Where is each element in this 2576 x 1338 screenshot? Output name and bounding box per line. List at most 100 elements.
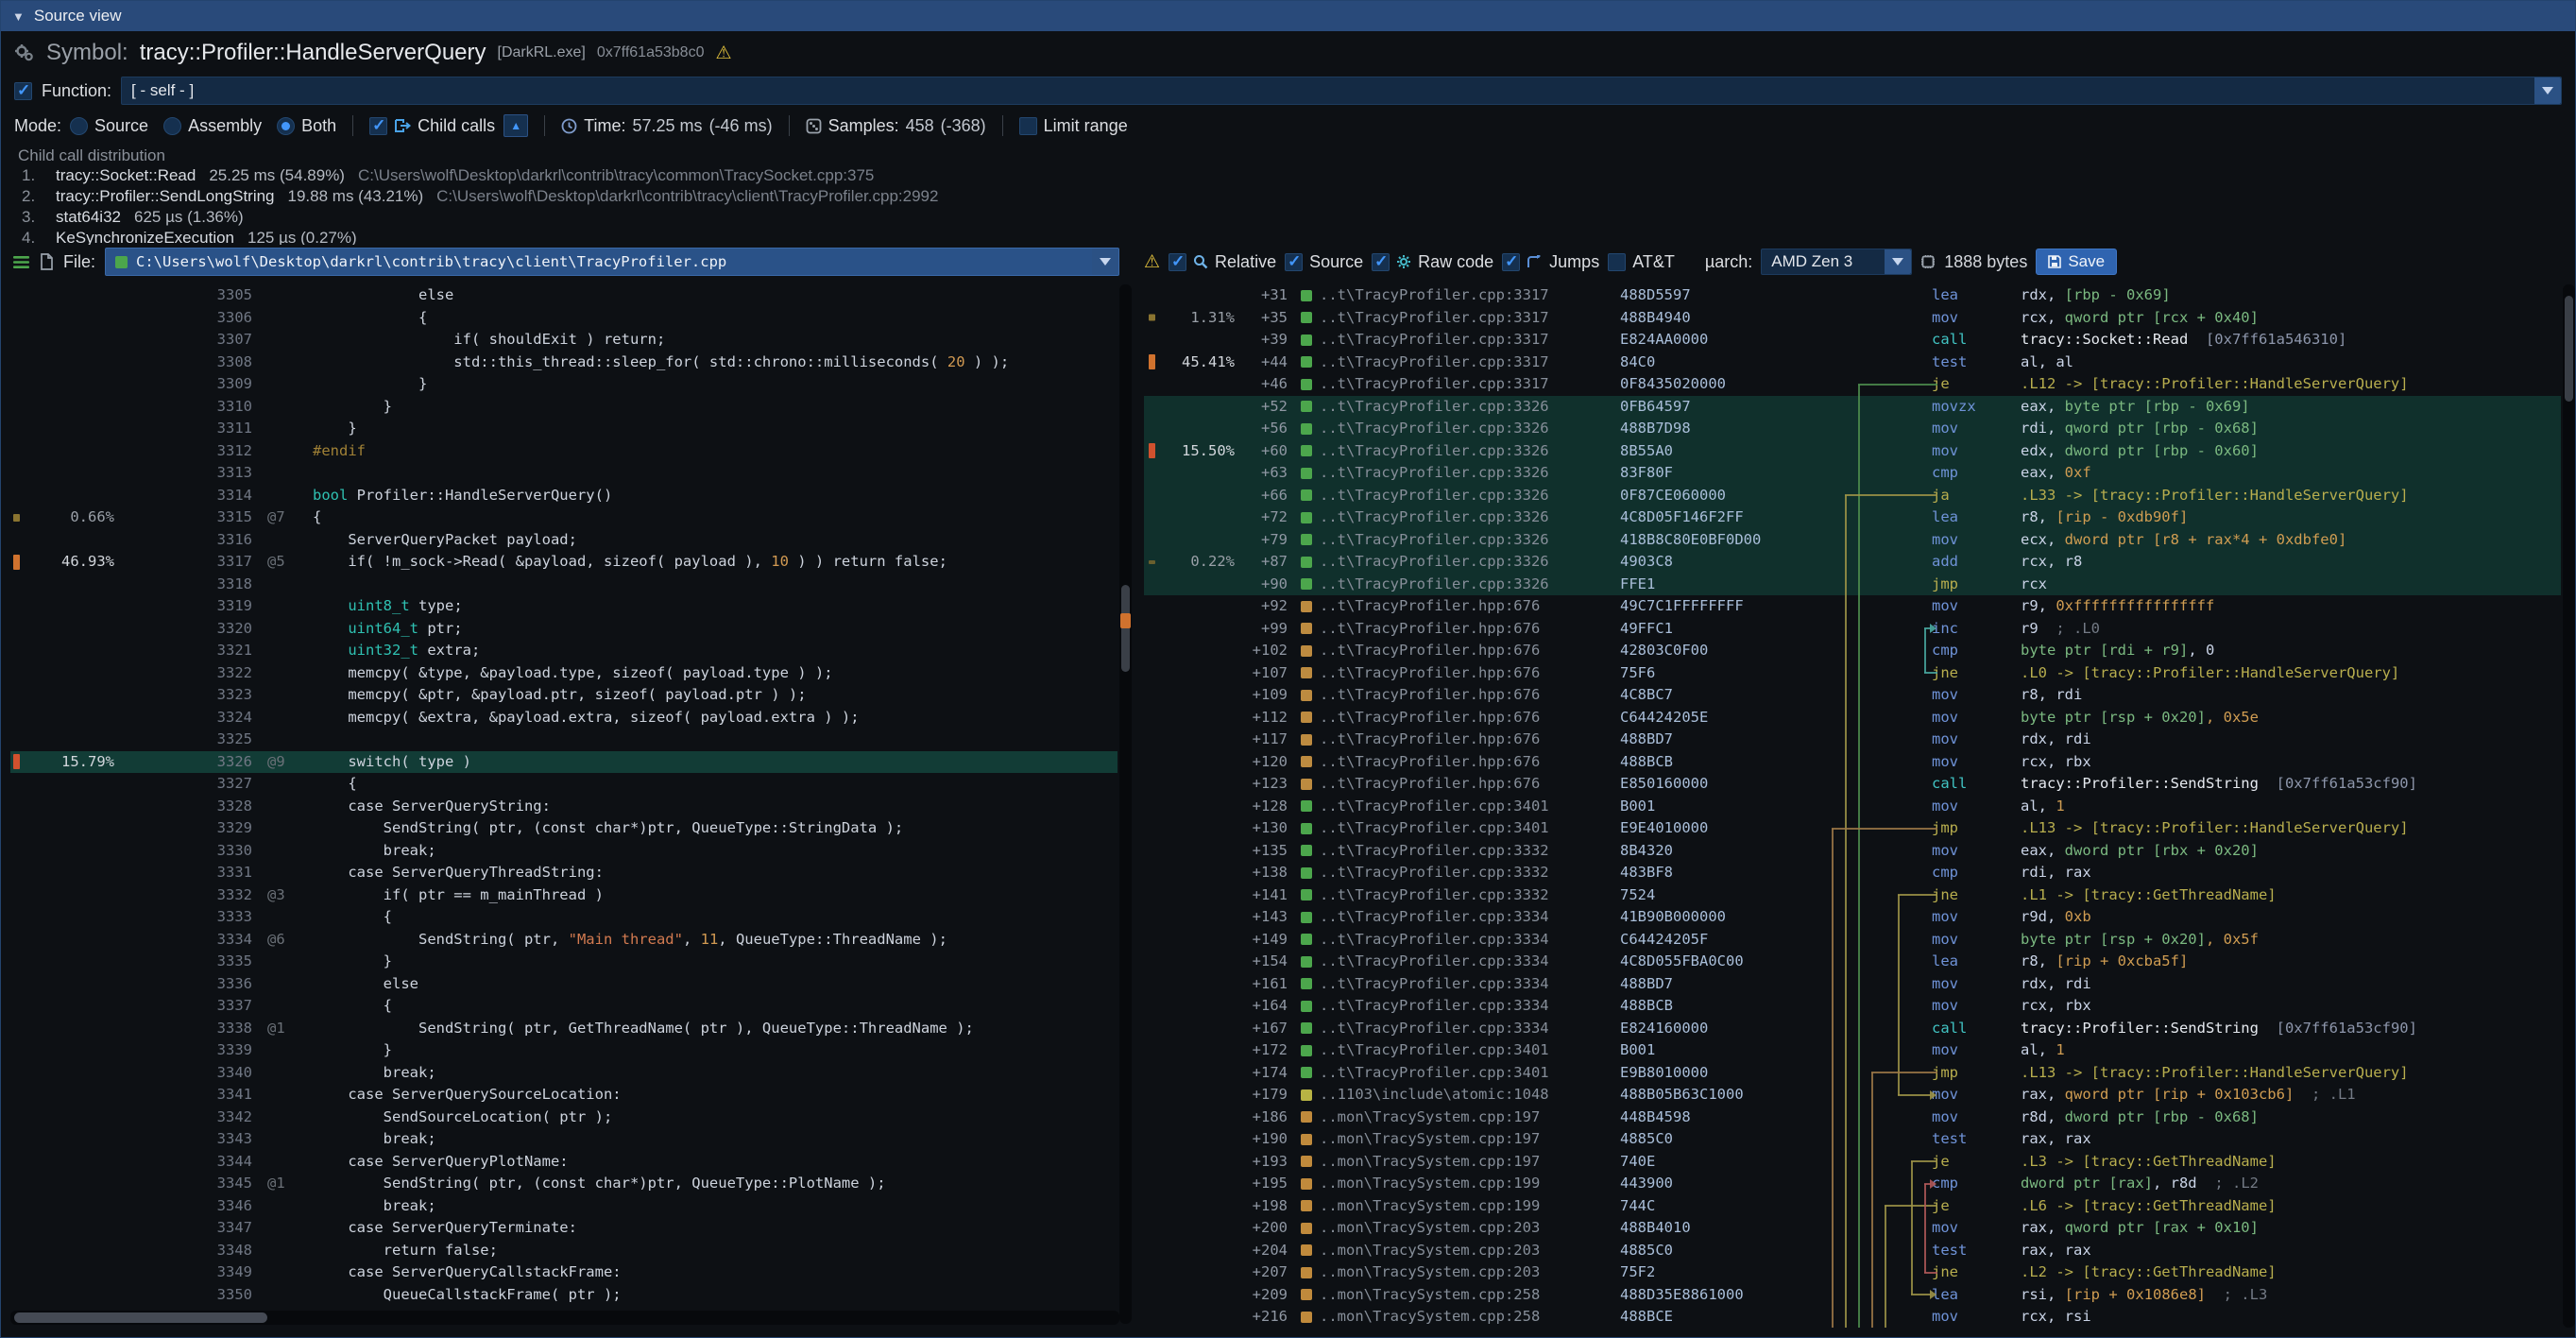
source-line[interactable]: 3346 break;	[10, 1195, 1117, 1218]
radio-icon[interactable]	[70, 117, 88, 135]
asm-row[interactable]: +123..t\TracyProfiler.hpp:676E850160000c…	[1144, 773, 2561, 796]
source-line[interactable]: 3319 uint8_t type;	[10, 595, 1117, 618]
function-checkbox[interactable]	[14, 82, 32, 100]
symbol-warning-icon[interactable]: ⚠	[715, 43, 731, 64]
source-pane[interactable]: 3305 else3306 {3307 if( shouldExit ) ret…	[10, 284, 1117, 1328]
source-line[interactable]: 3307 if( shouldExit ) return;	[10, 329, 1117, 352]
child-call-item[interactable]: 2.tracy::Profiler::SendLongString19.88 m…	[1, 186, 2556, 207]
asm-row[interactable]: +195..mon\TracySystem.cpp:199443900cmpdw…	[1144, 1173, 2561, 1195]
source-line[interactable]: 3340 break;	[10, 1062, 1117, 1085]
asm-row[interactable]: +167..t\TracyProfiler.cpp:3334E824160000…	[1144, 1018, 2561, 1040]
source-line[interactable]: 3342 SendSourceLocation( ptr );	[10, 1106, 1117, 1129]
source-checkbox[interactable]	[1285, 253, 1303, 271]
limit-range-checkbox[interactable]	[1019, 117, 1037, 135]
source-line[interactable]: 3328 case ServerQueryString:	[10, 796, 1117, 818]
asm-row[interactable]: +112..t\TracyProfiler.hpp:676C64424205Em…	[1144, 707, 2561, 729]
asm-row[interactable]: 15.50%+60..t\TracyProfiler.cpp:33268B55A…	[1144, 440, 2561, 463]
asm-row[interactable]: +109..t\TracyProfiler.hpp:6764C8BC7movr8…	[1144, 684, 2561, 707]
file-combo[interactable]: C:\Users\wolf\Desktop\darkrl\contrib\tra…	[105, 248, 1119, 276]
uarch-combo[interactable]: AMD Zen 3	[1761, 249, 1912, 275]
source-horizontal-scrollbar-handle[interactable]	[14, 1312, 267, 1323]
source-line[interactable]: 3343 break;	[10, 1128, 1117, 1151]
asm-row[interactable]: +102..t\TracyProfiler.hpp:67642803C0F00c…	[1144, 640, 2561, 662]
mode-radio-source[interactable]: Source	[70, 116, 148, 136]
relative-checkbox[interactable]	[1169, 253, 1186, 271]
radio-icon[interactable]	[163, 117, 181, 135]
child-call-item[interactable]: 4.KeSynchronizeExecution125 µs (0.27%)	[1, 228, 2556, 245]
function-combo-arrow[interactable]	[2534, 77, 2561, 104]
jumps-toggle[interactable]: Jumps	[1502, 252, 1599, 272]
go-up-button[interactable]: ▲	[503, 114, 528, 137]
source-line[interactable]: 3324 memcpy( &extra, &payload.extra, siz…	[10, 707, 1117, 729]
child-calls-checkbox[interactable]	[369, 117, 387, 135]
source-line[interactable]: 3311 }	[10, 418, 1117, 440]
source-line[interactable]: 3316 ServerQueryPacket payload;	[10, 529, 1117, 552]
source-line[interactable]: 3310 }	[10, 396, 1117, 419]
source-line[interactable]: 3325	[10, 729, 1117, 751]
source-line[interactable]: 3323 memcpy( &ptr, &payload.ptr, sizeof(…	[10, 684, 1117, 707]
jumps-checkbox[interactable]	[1502, 253, 1520, 271]
asm-row[interactable]: +141..t\TracyProfiler.cpp:33327524jne.L1…	[1144, 884, 2561, 907]
asm-row[interactable]: 45.41%+44..t\TracyProfiler.cpp:331784C0t…	[1144, 352, 2561, 374]
source-line[interactable]: 3334@6 SendString( ptr, "Main thread", 1…	[10, 929, 1117, 952]
mode-radio-assembly[interactable]: Assembly	[163, 116, 262, 136]
file-combo-arrow[interactable]	[1092, 249, 1118, 275]
source-line[interactable]: 3333 {	[10, 906, 1117, 929]
source-line[interactable]: 3314bool Profiler::HandleServerQuery()	[10, 485, 1117, 507]
att-toggle[interactable]: AT&T	[1608, 252, 1675, 272]
asm-row[interactable]: +190..mon\TracySystem.cpp:1974885C0testr…	[1144, 1128, 2561, 1151]
asm-row[interactable]: +172..t\TracyProfiler.cpp:3401B001moval,…	[1144, 1039, 2561, 1062]
source-line[interactable]: 3331 case ServerQueryThreadString:	[10, 862, 1117, 884]
radio-icon[interactable]	[277, 117, 295, 135]
source-line[interactable]: 3338@1 SendString( ptr, GetThreadName( p…	[10, 1018, 1117, 1040]
asm-row[interactable]: +92..t\TracyProfiler.hpp:67649C7C1FFFFFF…	[1144, 595, 2561, 618]
source-line[interactable]: 3348 return false;	[10, 1240, 1117, 1262]
source-line[interactable]: 3347 case ServerQueryTerminate:	[10, 1217, 1117, 1240]
asm-row[interactable]: +179..1103\include\atomic:1048488B05B63C…	[1144, 1084, 2561, 1106]
assembly-pane[interactable]: +31..t\TracyProfiler.cpp:3317488D5597lea…	[1144, 284, 2561, 1328]
source-line[interactable]: 3308 std::this_thread::sleep_for( std::c…	[10, 352, 1117, 374]
asm-row[interactable]: +198..mon\TracySystem.cpp:199744Cje.L6 -…	[1144, 1195, 2561, 1218]
asm-row[interactable]: +138..t\TracyProfiler.cpp:3332483BF8cmpr…	[1144, 862, 2561, 884]
asm-row[interactable]: +130..t\TracyProfiler.cpp:3401E9E4010000…	[1144, 817, 2561, 840]
source-vertical-scrollbar[interactable]	[1119, 284, 1132, 1324]
source-line[interactable]: 3350 QueueCallstackFrame( ptr );	[10, 1284, 1117, 1307]
source-line[interactable]: 3329 SendString( ptr, (const char*)ptr, …	[10, 817, 1117, 840]
relative-toggle[interactable]: Relative	[1169, 252, 1276, 272]
source-line[interactable]: 3318	[10, 574, 1117, 596]
asm-row[interactable]: 1.31%+35..t\TracyProfiler.cpp:3317488B49…	[1144, 307, 2561, 330]
asm-row[interactable]: +56..t\TracyProfiler.cpp:3326488B7D98mov…	[1144, 418, 2561, 440]
source-line[interactable]: 3335 }	[10, 951, 1117, 973]
att-checkbox[interactable]	[1608, 253, 1626, 271]
source-line[interactable]: 3344 case ServerQueryPlotName:	[10, 1151, 1117, 1174]
asm-row[interactable]: +143..t\TracyProfiler.cpp:333441B90B0000…	[1144, 906, 2561, 929]
source-line[interactable]: 46.93%3317@5 if( !m_sock->Read( &payload…	[10, 551, 1117, 574]
asm-row[interactable]: +193..mon\TracySystem.cpp:197740Eje.L3 -…	[1144, 1151, 2561, 1174]
source-line[interactable]: 3312#endif	[10, 440, 1117, 463]
asm-row[interactable]: +135..t\TracyProfiler.cpp:33328B4320move…	[1144, 840, 2561, 863]
mode-radio-both[interactable]: Both	[277, 116, 336, 136]
asm-row[interactable]: +186..mon\TracySystem.cpp:197448B4598mov…	[1144, 1106, 2561, 1129]
asm-row[interactable]: +117..t\TracyProfiler.hpp:676488BD7movrd…	[1144, 729, 2561, 751]
source-line[interactable]: 3327 {	[10, 773, 1117, 796]
asm-row[interactable]: +39..t\TracyProfiler.cpp:3317E824AA0000c…	[1144, 329, 2561, 352]
asm-row[interactable]: +66..t\TracyProfiler.cpp:33260F87CE06000…	[1144, 485, 2561, 507]
collapse-icon[interactable]: ▼	[12, 9, 25, 24]
list-icon[interactable]	[12, 254, 30, 270]
asm-row[interactable]: +174..t\TracyProfiler.cpp:3401E9B8010000…	[1144, 1062, 2561, 1085]
source-line[interactable]: 3336 else	[10, 973, 1117, 996]
source-line[interactable]: 0.66%3315@7{	[10, 506, 1117, 529]
source-line[interactable]: 3322 memcpy( &type, &payload.type, sizeo…	[10, 662, 1117, 685]
child-call-item[interactable]: 3.stat64i32625 µs (1.36%)	[1, 207, 2556, 228]
asm-row[interactable]: +149..t\TracyProfiler.cpp:3334C64424205F…	[1144, 929, 2561, 952]
source-vertical-scrollbar-handle[interactable]	[1121, 585, 1130, 672]
asm-row[interactable]: +107..t\TracyProfiler.hpp:67675F6jne.L0 …	[1144, 662, 2561, 685]
source-line[interactable]: 3330 break;	[10, 840, 1117, 863]
asm-row[interactable]: +63..t\TracyProfiler.cpp:332683F80Fcmpea…	[1144, 462, 2561, 485]
source-line[interactable]: 3305 else	[10, 284, 1117, 307]
source-line[interactable]: 15.79%3326@9 switch( type )	[10, 751, 1117, 774]
limit-range-toggle[interactable]: Limit range	[1019, 116, 1128, 136]
asm-row[interactable]: +128..t\TracyProfiler.cpp:3401B001moval,…	[1144, 796, 2561, 818]
save-button[interactable]: Save	[2036, 249, 2117, 275]
asm-vertical-scrollbar[interactable]	[2563, 284, 2575, 1328]
